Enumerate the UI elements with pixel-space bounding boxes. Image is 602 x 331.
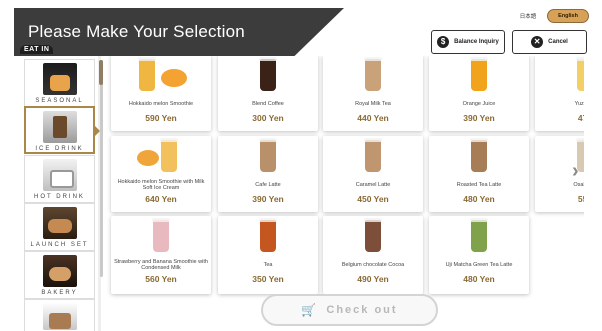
category-label: ICE DRINK bbox=[35, 146, 84, 152]
bakery-thumbnail bbox=[42, 255, 77, 287]
lunch-set-thumbnail bbox=[42, 207, 77, 239]
drink-image bbox=[555, 57, 584, 95]
menu-item-name: Roasted Tea Latte bbox=[456, 181, 502, 188]
drink-image bbox=[131, 57, 191, 95]
menu-item-price: 480 Yen bbox=[463, 274, 495, 284]
menu-item-card[interactable]: Blend Coffee 300 Yen bbox=[218, 56, 318, 131]
drink-image bbox=[238, 57, 298, 95]
menu-item-price: 440 Yen bbox=[357, 113, 389, 123]
hot-drink-thumbnail bbox=[42, 159, 77, 191]
next-page-chevron-icon[interactable]: › bbox=[572, 160, 579, 183]
menu-item-card[interactable]: Orange Juice 390 Yen bbox=[429, 56, 529, 131]
menu-item-price: 490 Yen bbox=[357, 274, 389, 284]
drink-image bbox=[343, 138, 403, 176]
menu-item-price: 390 Yen bbox=[252, 194, 284, 204]
menu-item-card[interactable]: Yuzu(Cit 470 bbox=[535, 56, 584, 131]
menu-item-name: Tea bbox=[263, 261, 273, 268]
checkout-button[interactable]: 🛒 Check out bbox=[261, 294, 438, 326]
drink-image bbox=[238, 138, 298, 176]
menu-item-price: 450 Yen bbox=[357, 194, 389, 204]
menu-item-name: Blend Coffee bbox=[252, 100, 284, 107]
money-bag-icon: $ bbox=[437, 36, 450, 48]
menu-item-price: 300 Yen bbox=[252, 113, 284, 123]
category-bakery[interactable]: BAKERY bbox=[24, 251, 95, 299]
menu-item-card[interactable]: Uji Matcha Green Tea Latte 480 Yen bbox=[429, 216, 529, 294]
menu-item-price: 640 Yen bbox=[145, 194, 177, 204]
menu-item-card[interactable]: Belgium chocolate Cocoa 490 Yen bbox=[323, 216, 423, 294]
category-ice-drink[interactable]: ICE DRINK bbox=[24, 106, 100, 154]
menu-item-card[interactable]: Roasted Tea Latte 480 Yen bbox=[429, 136, 529, 212]
drink-image bbox=[555, 138, 584, 176]
category-launch-set[interactable]: LAUNCH SET bbox=[24, 203, 95, 251]
drink-image bbox=[131, 138, 191, 176]
menu-item-card[interactable]: Caramel Latte 450 Yen bbox=[323, 136, 423, 212]
menu-grid: Hokkaido melon Smoothie 590 Yen Blend Co… bbox=[104, 56, 584, 331]
category-label: HOT DRINK bbox=[34, 194, 85, 200]
category-seasonal[interactable]: SEASONAL bbox=[24, 59, 95, 107]
sidebar-scrollbar[interactable] bbox=[100, 60, 103, 277]
close-icon: ✕ bbox=[531, 36, 544, 48]
category-label: SEASONAL bbox=[35, 98, 84, 104]
menu-item-name: Uji Matcha Green Tea Latte bbox=[445, 261, 513, 268]
menu-item-price: 560 Yen bbox=[145, 274, 177, 284]
drink-image bbox=[238, 218, 298, 256]
menu-item-name: Yuzu(Cit bbox=[574, 100, 584, 107]
menu-item-price: 550 bbox=[577, 194, 584, 204]
menu-item-price: 590 Yen bbox=[145, 113, 177, 123]
drink-image bbox=[343, 218, 403, 256]
balance-inquiry-button[interactable]: $ Balance Inquiry bbox=[431, 30, 505, 54]
drink-image bbox=[449, 138, 509, 176]
language-japanese-button[interactable]: 日本語 bbox=[513, 9, 543, 23]
menu-item-card[interactable]: Hokkaido melon Smoothie 590 Yen bbox=[111, 56, 211, 131]
ice-drink-thumbnail bbox=[42, 111, 77, 143]
balance-inquiry-label: Balance Inquiry bbox=[454, 39, 499, 45]
drink-image bbox=[131, 218, 191, 256]
menu-item-card[interactable]: Hokkaido melon Smoothie with Milk Soft I… bbox=[111, 136, 211, 212]
drink-image bbox=[449, 218, 509, 256]
menu-item-name: Strawberry and Banana Smoothie with Cond… bbox=[114, 258, 208, 271]
drink-image bbox=[449, 57, 509, 95]
menu-item-price: 350 Yen bbox=[252, 274, 284, 284]
menu-item-price: 470 bbox=[577, 113, 584, 123]
menu-item-card[interactable]: Royal Milk Tea 440 Yen bbox=[323, 56, 423, 131]
menu-item-name: Caramel Latte bbox=[355, 181, 391, 188]
menu-item-price: 480 Yen bbox=[463, 194, 495, 204]
category-label: LAUNCH SET bbox=[30, 242, 89, 248]
menu-item-price: 390 Yen bbox=[463, 113, 495, 123]
eat-in-badge: EAT IN bbox=[20, 45, 54, 54]
category-label: BAKERY bbox=[41, 290, 78, 296]
menu-item-card[interactable]: Cafe Latte 390 Yen bbox=[218, 136, 318, 212]
cancel-button[interactable]: ✕ Cancel bbox=[512, 30, 587, 54]
seasonal-thumbnail bbox=[42, 63, 77, 95]
page-title: Please Make Your Selection bbox=[28, 22, 245, 41]
menu-item-name: Cafe Latte bbox=[255, 181, 281, 188]
cart-icon: 🛒 bbox=[301, 303, 319, 317]
more-category-thumbnail bbox=[42, 303, 77, 330]
menu-item-name: Hokkaido melon Smoothie with Milk Soft I… bbox=[117, 178, 205, 191]
menu-item-name: Orange Juice bbox=[462, 100, 496, 107]
sidebar-scroll-thumb[interactable] bbox=[99, 60, 103, 85]
checkout-label: Check out bbox=[326, 304, 398, 316]
cancel-label: Cancel bbox=[548, 39, 568, 45]
menu-item-card[interactable]: Strawberry and Banana Smoothie with Cond… bbox=[111, 216, 211, 294]
drink-image bbox=[343, 57, 403, 95]
menu-item-name: Royal Milk Tea bbox=[355, 100, 391, 107]
language-english-button[interactable]: English bbox=[547, 9, 589, 23]
menu-item-name: Hokkaido melon Smoothie bbox=[128, 100, 194, 107]
menu-item-card[interactable]: Tea 350 Yen bbox=[218, 216, 318, 294]
category-more[interactable] bbox=[24, 299, 95, 331]
category-hot-drink[interactable]: HOT DRINK bbox=[24, 155, 95, 203]
menu-item-name: Belgium chocolate Cocoa bbox=[341, 261, 405, 268]
